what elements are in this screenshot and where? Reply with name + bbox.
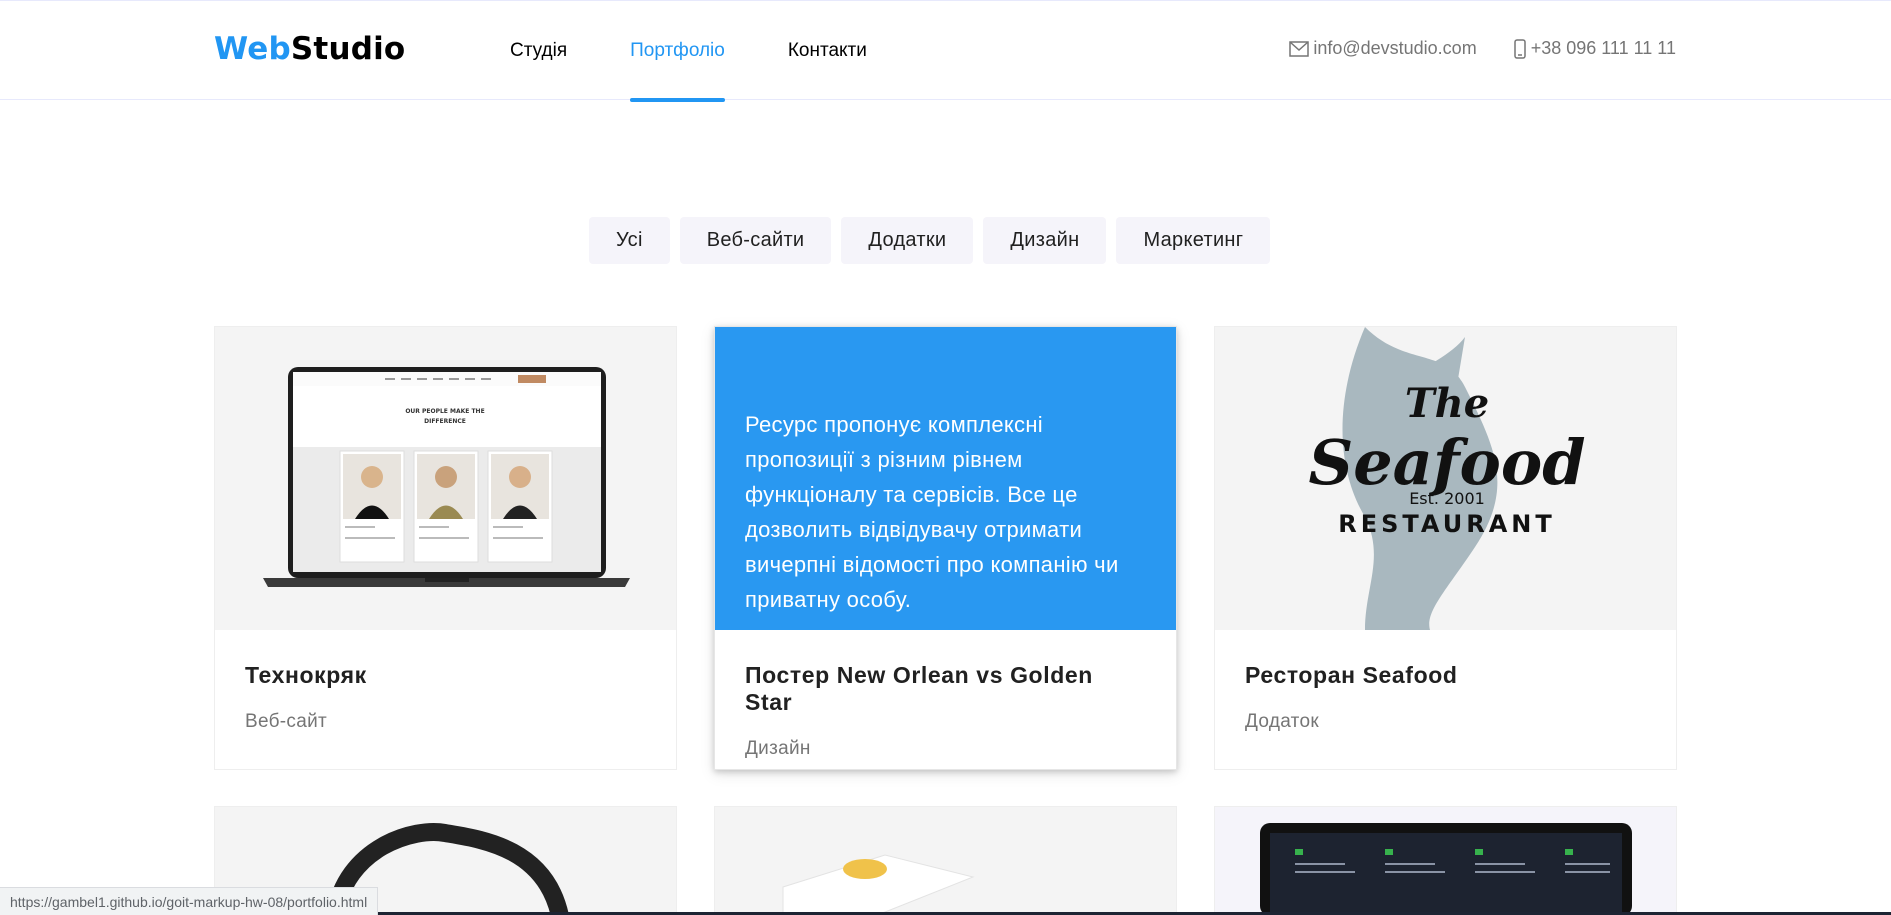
card-meta: Постер New Orlean vs Golden Star Дизайн — [715, 630, 1176, 769]
card-title: Постер New Orlean vs Golden Star — [745, 662, 1093, 715]
seafood-logo-the: The — [1405, 380, 1489, 427]
portfolio-card-row2-2[interactable] — [714, 806, 1177, 915]
phone-text: +38 096 111 11 11 — [1530, 38, 1676, 58]
email-text: info@devstudio.com — [1313, 38, 1477, 58]
logo-web: Web — [214, 31, 291, 67]
card-category: Веб-сайт — [245, 711, 328, 732]
portfolio-card-row2-3[interactable] — [1214, 806, 1677, 915]
portfolio-card-technokryak[interactable]: OUR PEOPLE MAKE THE DIFFERENCE Технокряк… — [214, 326, 677, 770]
logo-studio: Studio — [290, 31, 406, 67]
portfolio-card-seafood[interactable]: The Seafood Est. 2001 RESTAURANT Рестора… — [1214, 326, 1677, 770]
filter-apps[interactable]: Додатки — [841, 217, 974, 264]
laptop-illustration: OUR PEOPLE MAKE THE DIFFERENCE — [263, 367, 630, 587]
card-category: Додаток — [1245, 711, 1319, 732]
card-meta: Ресторан Seafood Додаток — [1215, 630, 1676, 769]
card-category: Дизайн — [745, 738, 811, 759]
header-contacts: info@devstudio.com +38 096 111 11 11 — [1253, 38, 1676, 59]
svg-text:DIFFERENCE: DIFFERENCE — [424, 418, 466, 425]
portfolio-card-poster[interactable]: Ресурс пропонує комплексні пропозиції з … — [714, 326, 1177, 770]
card-meta: Технокряк Веб-сайт — [215, 630, 676, 769]
card-image-poster: Ресурс пропонує комплексні пропозиції з … — [715, 327, 1176, 630]
seafood-logo-restaurant: RESTAURANT — [1338, 510, 1556, 538]
filter-marketing[interactable]: Маркетинг — [1116, 217, 1271, 264]
seafood-logo-est: Est. 2001 — [1409, 489, 1485, 508]
card-image-box — [715, 807, 1176, 915]
card-image-seafood-logo: The Seafood Est. 2001 RESTAURANT — [1215, 327, 1676, 630]
nav-portfolio[interactable]: Портфоліо — [630, 1, 725, 102]
card-image-dark-laptop — [1215, 807, 1676, 915]
card-image-laptop: OUR PEOPLE MAKE THE DIFFERENCE — [215, 327, 676, 630]
phone-icon — [1513, 38, 1526, 59]
laptop-screen-heading: OUR PEOPLE MAKE THE — [405, 408, 484, 415]
mail-icon — [1289, 40, 1310, 57]
filter-all[interactable]: Усі — [589, 217, 670, 264]
nav-studio[interactable]: Студія — [510, 1, 567, 101]
seafood-logo: The Seafood Est. 2001 RESTAURANT — [1308, 327, 1586, 630]
email-link[interactable]: info@devstudio.com — [1289, 38, 1477, 59]
main-nav: Студія Портфоліо Контакти — [510, 1, 930, 102]
filter-design[interactable]: Дизайн — [983, 217, 1107, 264]
portfolio-filters: Усі Веб-сайти Додатки Дизайн Маркетинг — [589, 217, 1280, 264]
card-overlay-description: Ресурс пропонує комплексні пропозиції з … — [715, 327, 1176, 630]
card-title: Ресторан Seafood — [1245, 662, 1458, 688]
browser-status-url: https://gambel1.github.io/goit-markup-hw… — [0, 887, 379, 915]
filter-websites[interactable]: Веб-сайти — [679, 217, 832, 264]
phone-link[interactable]: +38 096 111 11 11 — [1513, 38, 1676, 59]
logo[interactable]: WebStudio — [214, 31, 405, 67]
nav-contacts[interactable]: Контакти — [788, 1, 867, 101]
site-header: WebStudio Студія Портфоліо Контакти info… — [0, 0, 1891, 102]
card-title: Технокряк — [245, 662, 367, 688]
